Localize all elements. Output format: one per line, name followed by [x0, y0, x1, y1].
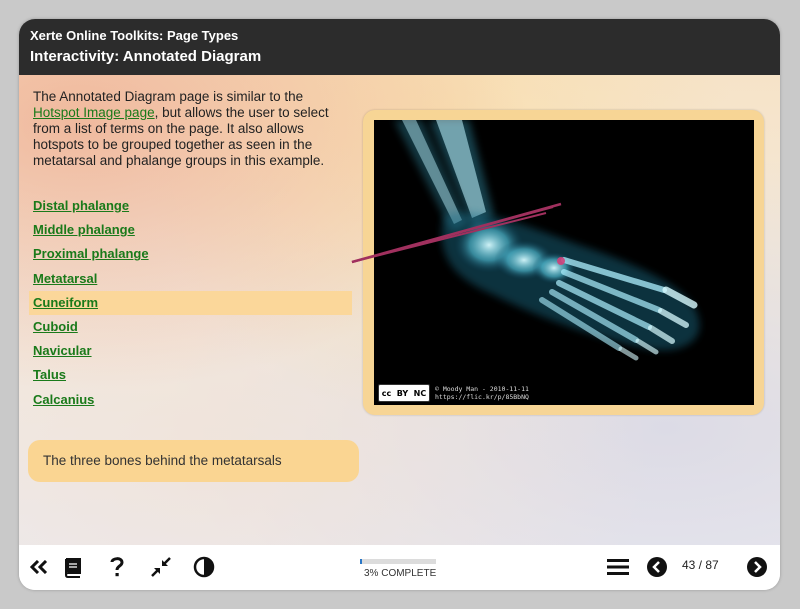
progress-fill [360, 559, 363, 564]
page-content: The Annotated Diagram page is similar to… [19, 75, 780, 545]
contrast-icon[interactable] [192, 555, 216, 579]
hotspot-leader-lines [351, 202, 562, 264]
header: Xerte Online Toolkits: Page Types Intera… [19, 19, 780, 75]
leader-line-3 [351, 212, 547, 263]
double-chevron-left-icon[interactable] [27, 555, 51, 579]
footer-bar: 3% COMPLETE 43 / 87 [19, 545, 780, 590]
arrow-left-circle-icon[interactable] [645, 555, 669, 579]
app-title: Xerte Online Toolkits: Page Types [30, 28, 239, 43]
shrink-arrows-icon[interactable] [149, 555, 173, 579]
progress-bar [360, 559, 436, 564]
progress-text: 3% COMPLETE [364, 568, 437, 579]
progress-indicator: 3% COMPLETE [360, 559, 440, 579]
menu-icon[interactable] [606, 555, 630, 579]
app-window: Xerte Online Toolkits: Page Types Intera… [19, 19, 780, 590]
arrow-right-circle-icon[interactable] [745, 555, 769, 579]
question-mark-icon[interactable] [105, 555, 129, 579]
page-counter: 43 / 87 [682, 558, 719, 572]
book-icon[interactable] [61, 555, 85, 579]
page-title: Interactivity: Annotated Diagram [30, 48, 262, 65]
